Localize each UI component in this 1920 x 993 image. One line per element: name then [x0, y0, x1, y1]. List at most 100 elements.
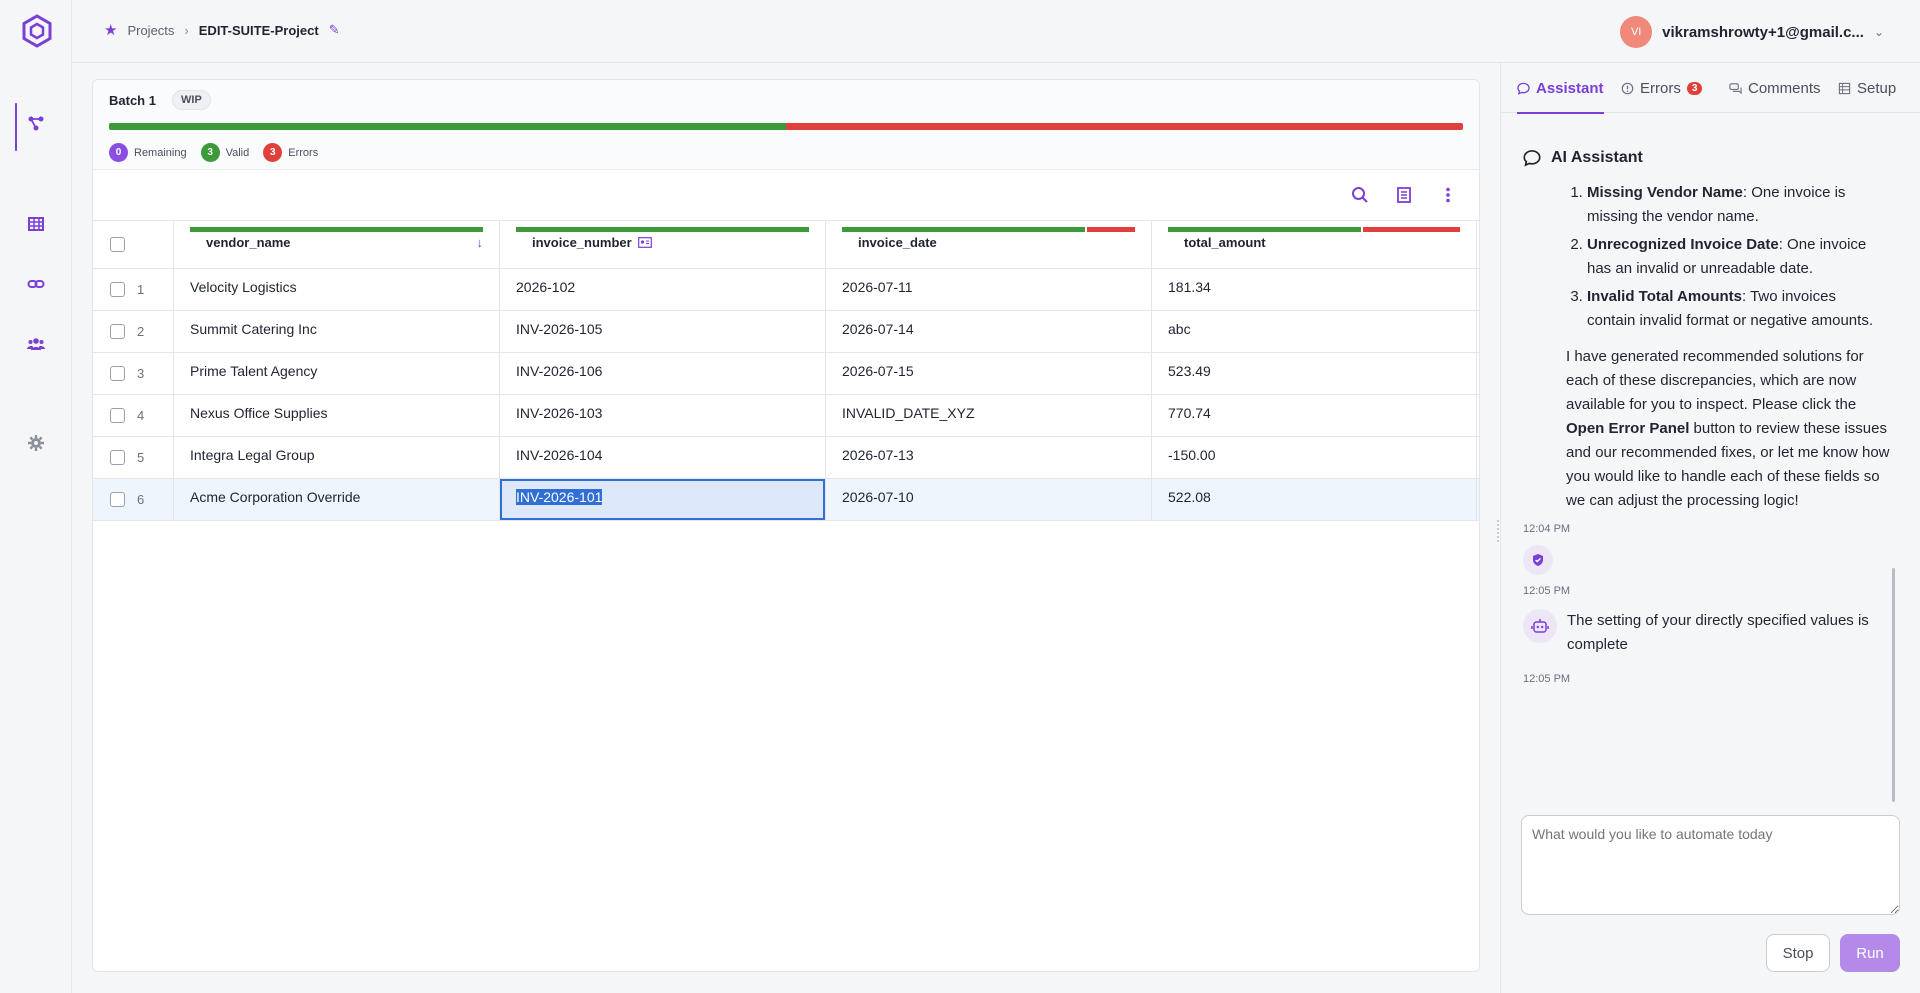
prompt-input[interactable]: [1521, 815, 1900, 915]
table-nav-icon[interactable]: [0, 204, 72, 244]
total-amount-cell[interactable]: 770.74: [1151, 395, 1477, 436]
stop-button[interactable]: Stop: [1766, 934, 1830, 972]
workflow-nav-icon[interactable]: [0, 103, 72, 151]
batch-progress-bar: [109, 123, 1463, 130]
column-header-total-amount[interactable]: total_amount: [1151, 221, 1477, 268]
row-checkbox[interactable]: [110, 324, 125, 339]
chevron-right-icon: ›: [184, 22, 189, 38]
batch-summary: Batch 1 WIP 0 Remaining 3 Valid 3 Errors: [93, 80, 1479, 170]
tab-errors[interactable]: Errors 3: [1621, 63, 1703, 113]
grid-header-row: vendor_name ↓ invoice_number invoice_dat…: [93, 220, 1479, 269]
remaining-count: 0: [109, 143, 128, 162]
row-number: 2: [137, 324, 145, 339]
vendor-name-cell[interactable]: Velocity Logistics: [173, 269, 499, 310]
document-view-icon[interactable]: [1392, 183, 1416, 207]
batch-title: Batch 1: [109, 93, 156, 108]
batch-card: Batch 1 WIP 0 Remaining 3 Valid 3 Errors ve…: [92, 79, 1480, 972]
invoice-number-cell[interactable]: INV-2026-105: [499, 311, 825, 352]
link-nav-icon[interactable]: [0, 264, 72, 304]
list-item: Missing Vendor Name: One invoice is miss…: [1587, 181, 1887, 229]
breadcrumb-projects-link[interactable]: Projects: [127, 23, 174, 38]
table-row[interactable]: 2 Summit Catering Inc INV-2026-105 2026-…: [93, 311, 1479, 353]
assistant-message: The setting of your directly specified v…: [1523, 609, 1911, 657]
message-timestamp: 12:04 PM: [1523, 523, 1571, 535]
issues-list: Missing Vendor Name: One invoice is miss…: [1587, 181, 1887, 333]
errors-label: Errors: [288, 146, 319, 159]
row-checkbox[interactable]: [110, 408, 125, 423]
invoice-number-cell-selected[interactable]: INV-2026-101: [499, 479, 825, 520]
column-header-label: total_amount: [1184, 235, 1266, 250]
settings-gear-icon[interactable]: [0, 423, 72, 463]
invoice-number-cell[interactable]: 2026-102: [499, 269, 825, 310]
comments-icon: [1729, 82, 1742, 94]
panel-tabs: Assistant Errors 3 Comments Setup: [1501, 63, 1920, 114]
more-options-icon[interactable]: [1436, 183, 1460, 207]
row-checkbox[interactable]: [110, 282, 125, 297]
left-rail: [0, 0, 72, 993]
vendor-name-cell[interactable]: Integra Legal Group: [173, 437, 499, 478]
row-checkbox[interactable]: [110, 492, 125, 507]
table-row[interactable]: 5 Integra Legal Group INV-2026-104 2026-…: [93, 437, 1479, 479]
invoice-number-cell[interactable]: INV-2026-103: [499, 395, 825, 436]
vendor-name-cell[interactable]: Summit Catering Inc: [173, 311, 499, 352]
column-header-label: invoice_date: [858, 235, 937, 250]
table-row[interactable]: 4 Nexus Office Supplies INV-2026-103 INV…: [93, 395, 1479, 437]
tab-comments[interactable]: Comments: [1729, 63, 1821, 113]
vendor-name-cell[interactable]: Prime Talent Agency: [173, 353, 499, 394]
breadcrumb-current-project: EDIT-SUITE-Project: [198, 22, 319, 38]
tab-assistant[interactable]: Assistant: [1517, 63, 1604, 114]
total-amount-cell[interactable]: 181.34: [1151, 269, 1477, 310]
row-checkbox[interactable]: [110, 450, 125, 465]
search-icon[interactable]: [1348, 183, 1372, 207]
total-amount-cell[interactable]: -150.00: [1151, 437, 1477, 478]
invoice-date-cell[interactable]: 2026-07-13: [825, 437, 1151, 478]
selected-text[interactable]: INV-2026-101: [516, 489, 603, 505]
favorite-star-icon[interactable]: ★: [104, 23, 117, 38]
tab-label: Assistant: [1536, 79, 1604, 97]
grid-toolbar: [93, 170, 1479, 220]
setup-table-icon: [1838, 82, 1851, 94]
chevron-down-icon[interactable]: ⌄: [1874, 25, 1884, 39]
invoice-date-cell[interactable]: 2026-07-11: [825, 269, 1151, 310]
select-all-checkbox[interactable]: [110, 237, 125, 252]
tab-setup[interactable]: Setup: [1838, 63, 1896, 113]
invoice-date-cell[interactable]: 2026-07-14: [825, 311, 1151, 352]
top-header: ★ Projects › EDIT-SUITE-Project ✎ VI vik…: [72, 0, 1920, 63]
column-header-invoice-number[interactable]: invoice_number: [499, 221, 826, 268]
total-amount-cell[interactable]: 523.49: [1151, 353, 1477, 394]
app-logo-icon[interactable]: [22, 14, 52, 48]
total-amount-cell[interactable]: abc: [1151, 311, 1477, 352]
vendor-name-cell[interactable]: Acme Corporation Override: [173, 479, 499, 520]
table-row[interactable]: 3 Prime Talent Agency INV-2026-106 2026-…: [93, 353, 1479, 395]
status-badge: WIP: [172, 90, 211, 110]
invoice-date-cell[interactable]: 2026-07-10: [825, 479, 1151, 520]
chat-scrollbar[interactable]: [1892, 568, 1895, 802]
column-header-vendor-name[interactable]: vendor_name ↓: [173, 221, 500, 268]
column-header-label: invoice_number: [532, 235, 632, 250]
invoice-number-cell[interactable]: INV-2026-104: [499, 437, 825, 478]
row-number: 3: [137, 366, 145, 381]
table-row[interactable]: 1 Velocity Logistics 2026-102 2026-07-11…: [93, 269, 1479, 311]
column-header-invoice-date[interactable]: invoice_date: [825, 221, 1152, 268]
user-menu[interactable]: VI vikramshrowty+1@gmail.c... ⌄: [1620, 16, 1884, 48]
invoice-date-cell[interactable]: INVALID_DATE_XYZ: [825, 395, 1151, 436]
invoice-date-cell[interactable]: 2026-07-15: [825, 353, 1151, 394]
remaining-label: Remaining: [134, 146, 187, 159]
user-message: [1523, 545, 1911, 575]
users-nav-icon[interactable]: [0, 324, 72, 364]
row-number: 4: [137, 408, 145, 423]
row-checkbox[interactable]: [110, 366, 125, 381]
vendor-name-cell[interactable]: Nexus Office Supplies: [173, 395, 499, 436]
table-row-selected[interactable]: 6 Acme Corporation Override INV-2026-101…: [93, 479, 1479, 521]
assistant-message: I have generated recommended solutions f…: [1566, 348, 1890, 509]
sort-arrow-down-icon[interactable]: ↓: [477, 235, 484, 250]
edit-pencil-icon[interactable]: ✎: [329, 22, 340, 38]
invoice-number-cell[interactable]: INV-2026-106: [499, 353, 825, 394]
total-amount-cell[interactable]: 522.08: [1151, 479, 1477, 520]
progress-valid-segment: [109, 123, 786, 130]
id-card-icon: [637, 237, 652, 248]
run-button[interactable]: Run: [1840, 934, 1900, 972]
bot-message-text: The setting of your directly specified v…: [1567, 612, 1869, 653]
row-number: 6: [137, 492, 145, 507]
column-header-label: vendor_name: [206, 235, 291, 250]
